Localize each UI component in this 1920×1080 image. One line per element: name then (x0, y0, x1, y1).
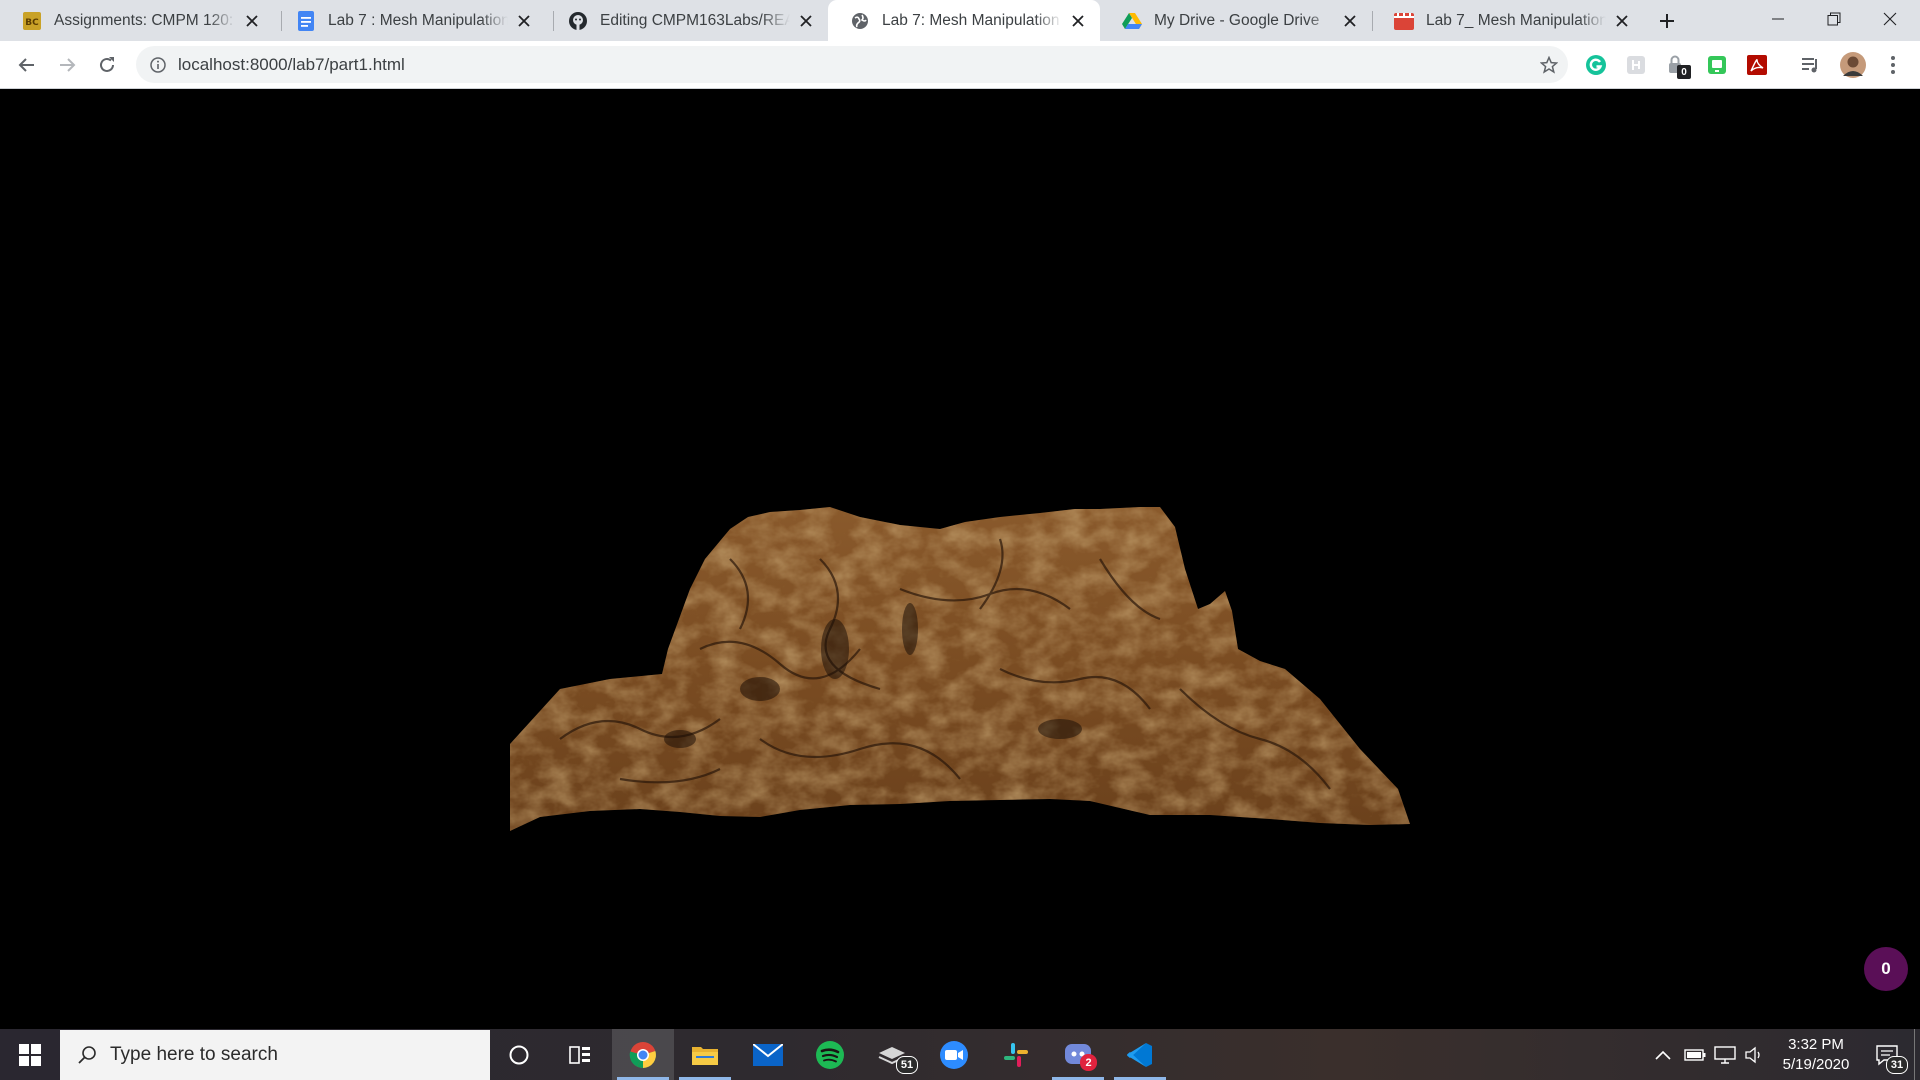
show-desktop-button[interactable] (1914, 1029, 1920, 1080)
tab-google-drive[interactable]: My Drive - Google Drive (1100, 0, 1372, 41)
chrome-menu-icon[interactable] (1882, 54, 1904, 76)
discord-badge: 2 (1080, 1054, 1097, 1071)
tab-title: Assignments: CMPM 120: Ga (54, 11, 236, 29)
close-tab-icon[interactable] (514, 11, 534, 31)
close-window-button[interactable] (1862, 0, 1918, 37)
search-placeholder: Type here to search (110, 1044, 278, 1065)
taskbar-search[interactable]: Type here to search (60, 1030, 490, 1080)
zoom-icon[interactable] (923, 1029, 985, 1080)
tab-strip: BC Assignments: CMPM 120: Ga Lab 7 : Mes… (0, 0, 1920, 41)
bookmark-star-icon[interactable] (1538, 54, 1560, 76)
vscode-icon[interactable] (1109, 1029, 1171, 1080)
close-icon (1883, 12, 1897, 25)
plus-icon (1660, 14, 1674, 28)
lock-extension-icon[interactable]: 0 (1665, 54, 1691, 79)
media-queue-icon[interactable] (1800, 54, 1822, 76)
globe-icon (850, 11, 870, 31)
puzzle-extension-icon[interactable] (1625, 54, 1647, 76)
close-tab-icon[interactable] (1612, 11, 1632, 31)
tab-github-editing[interactable]: Editing CMPM163Labs/READ (546, 0, 828, 41)
svg-text:BC: BC (25, 18, 39, 28)
terrain-mesh (510, 507, 1410, 831)
minimize-icon (1772, 18, 1784, 19)
google-docs-icon (296, 10, 316, 31)
close-tab-icon[interactable] (242, 11, 262, 31)
spotify-icon[interactable] (799, 1029, 861, 1080)
clock[interactable]: 3:32 PM 5/19/2020 (1768, 1035, 1864, 1075)
tab-lab7-video[interactable]: Lab 7_ Mesh Manipulation - C (1372, 0, 1644, 41)
task-view-icon[interactable] (549, 1029, 611, 1080)
app-badge: 51 (896, 1056, 918, 1074)
grammarly-icon[interactable] (1585, 54, 1607, 76)
clock-date: 5/19/2020 (1782, 1056, 1850, 1073)
back-button[interactable] (11, 49, 43, 81)
notification-center-icon[interactable]: 31 (1866, 1029, 1908, 1080)
search-icon (76, 1044, 98, 1066)
profile-avatar[interactable] (1839, 51, 1867, 79)
new-tab-button[interactable] (1652, 6, 1682, 36)
notification-count: 31 (1886, 1056, 1908, 1074)
tray-overflow-icon[interactable] (1652, 1029, 1674, 1080)
github-icon (568, 11, 588, 31)
battery-icon[interactable] (1683, 1029, 1707, 1080)
tab-lab7-doc[interactable]: Lab 7 : Mesh Manipulation - C (274, 0, 546, 41)
arrow-right-icon (60, 58, 76, 72)
stacked-app-icon[interactable]: 51 (861, 1029, 923, 1080)
volume-icon[interactable] (1743, 1029, 1765, 1080)
counter-badge[interactable]: 0 (1864, 947, 1908, 991)
tab-lab7-mesh-active[interactable]: Lab 7: Mesh Manipulation (828, 0, 1100, 41)
info-icon[interactable] (148, 55, 168, 75)
cortana-icon[interactable] (488, 1029, 550, 1080)
acrobat-icon[interactable] (1746, 54, 1768, 76)
extension-badge: 0 (1677, 65, 1691, 79)
reload-button[interactable] (91, 49, 123, 81)
mail-icon[interactable] (737, 1029, 799, 1080)
canvas-favicon-icon: BC (22, 11, 42, 31)
discord-icon[interactable]: 2 (1047, 1029, 1109, 1080)
network-icon[interactable] (1713, 1029, 1737, 1080)
terrain-texture (510, 507, 1410, 831)
clock-time: 3:32 PM (1788, 1036, 1844, 1053)
slack-icon[interactable] (985, 1029, 1047, 1080)
start-button[interactable] (0, 1029, 60, 1080)
tab-title: Lab 7 : Mesh Manipulation - C (328, 11, 508, 29)
screencast-extension-icon[interactable] (1706, 54, 1728, 76)
video-file-icon (1394, 11, 1414, 31)
webgl-canvas[interactable]: 0 (0, 89, 1920, 1029)
close-tab-icon[interactable] (1340, 11, 1360, 31)
restore-button[interactable] (1806, 0, 1862, 37)
google-drive-icon (1122, 11, 1142, 31)
reload-icon (100, 57, 114, 72)
arrow-left-icon (18, 58, 34, 72)
restore-icon (1827, 12, 1841, 25)
tab-title: Editing CMPM163Labs/READ (600, 11, 790, 29)
address-bar[interactable]: localhost:8000/lab7/part1.html (136, 46, 1568, 83)
windows-logo-icon (19, 1043, 41, 1066)
minimize-button[interactable] (1750, 0, 1806, 37)
tab-assignments[interactable]: BC Assignments: CMPM 120: Ga (0, 0, 274, 41)
chrome-icon[interactable] (612, 1029, 674, 1080)
browser-toolbar: localhost:8000/lab7/part1.html 0 (0, 41, 1920, 89)
windows-taskbar: Type here to search 51 2 3:32 PM 5/19/20… (0, 1029, 1920, 1080)
close-tab-icon[interactable] (1068, 11, 1088, 31)
forward-button[interactable] (51, 49, 83, 81)
tab-title: Lab 7: Mesh Manipulation (882, 11, 1060, 29)
tab-title: My Drive - Google Drive (1154, 11, 1320, 29)
close-tab-icon[interactable] (796, 11, 816, 31)
tab-title: Lab 7_ Mesh Manipulation - C (1426, 11, 1606, 29)
file-explorer-icon[interactable] (674, 1029, 736, 1080)
url-text[interactable]: localhost:8000/lab7/part1.html (178, 55, 405, 75)
